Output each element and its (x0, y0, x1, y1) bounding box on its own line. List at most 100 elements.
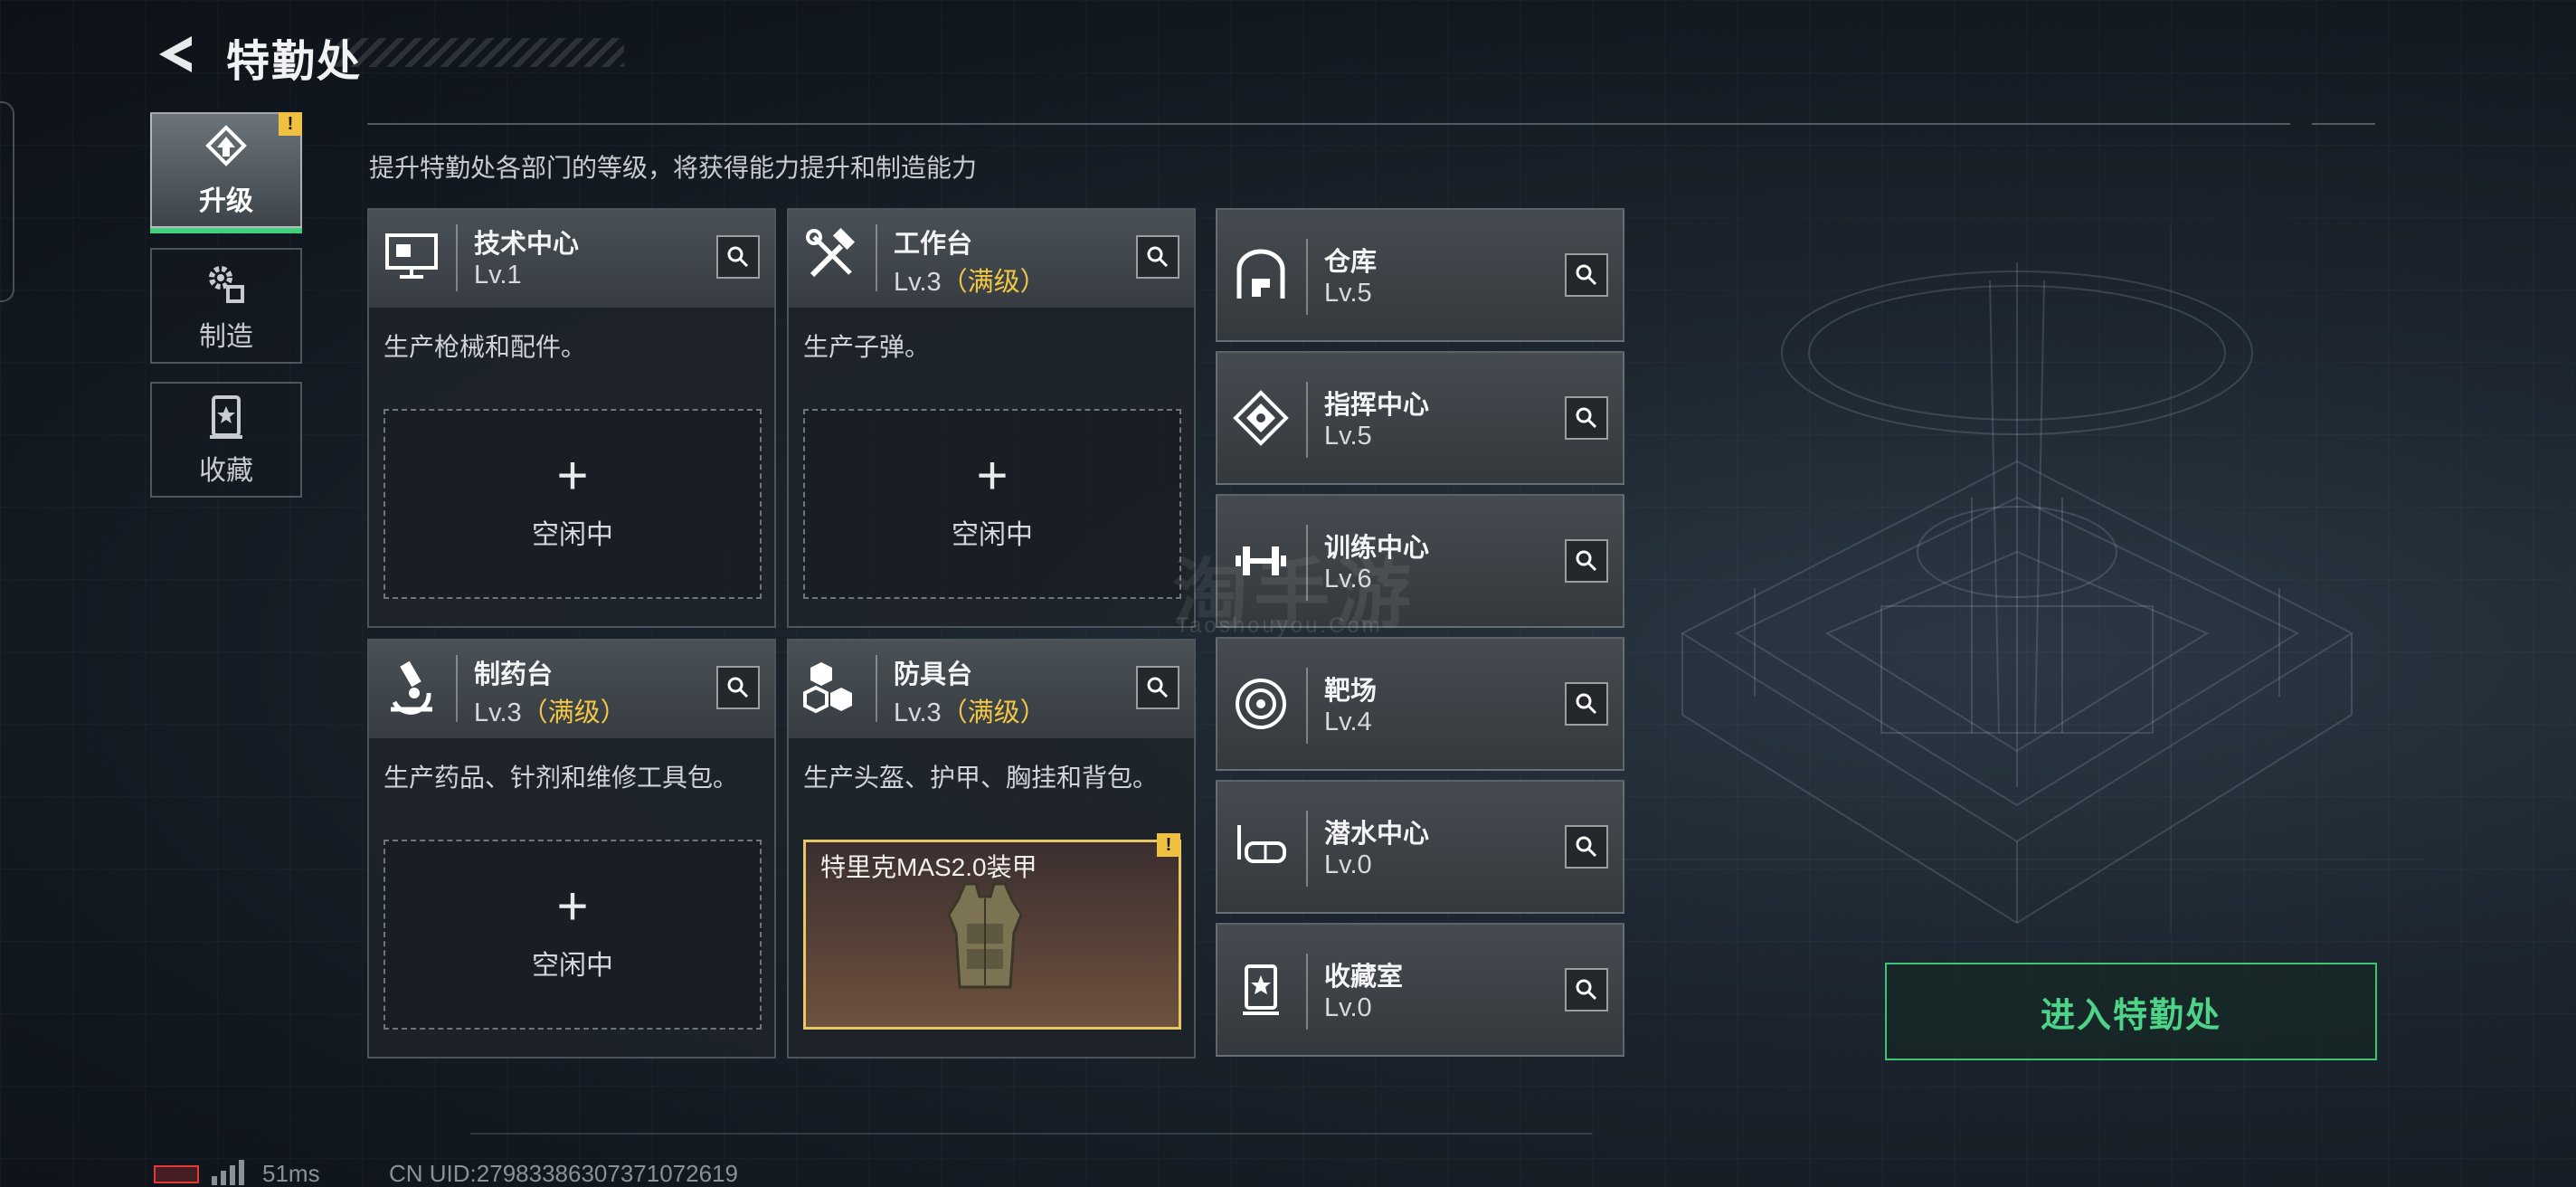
facility-card-collection-room[interactable]: 收藏室 Lv.0 (1216, 923, 1624, 1057)
workshop-name: 技术中心 (474, 230, 580, 259)
target-icon (1236, 679, 1286, 729)
monitor-icon (385, 233, 438, 279)
facility-card-warehouse[interactable]: 仓库 Lv.5 (1216, 208, 1624, 342)
facility-card-diving-center[interactable]: 潜水中心 Lv.0 (1216, 780, 1624, 914)
inspect-button[interactable] (1565, 968, 1608, 1011)
alert-badge: ! (1157, 833, 1180, 857)
collection-room-icon (1243, 964, 1279, 1015)
title-stripes-decoration (326, 38, 624, 67)
search-icon (727, 677, 749, 698)
workshop-level: Lv.1 (474, 261, 522, 290)
workshop-card-workbench[interactable]: 工作台 Lv.3（满级） 生产子弹。 + 空闲中 (787, 208, 1196, 628)
upgrade-description: 提升特勤处各部门的等级，将获得能力提升和制造能力 (369, 154, 978, 182)
signal-icon (212, 1160, 244, 1185)
search-icon (1576, 407, 1597, 429)
top-divider-short (2312, 123, 2375, 125)
ping-value: 51ms (262, 1160, 320, 1187)
production-slot-item[interactable]: 特里克MAS2.0装甲 ! (803, 833, 1181, 1030)
gear-icon (209, 266, 244, 303)
search-icon (1576, 550, 1597, 572)
facility-level: Lv.5 (1324, 279, 1372, 308)
building-wireframe-illustration (1610, 226, 2424, 932)
search-icon (1576, 979, 1597, 1001)
search-icon (727, 246, 749, 268)
workshop-card-tech-center[interactable]: 技术中心 Lv.1 生产枪械和配件。 + 空闲中 (367, 208, 776, 628)
inspect-button[interactable] (1565, 682, 1608, 726)
back-arrow-icon[interactable] (152, 29, 203, 80)
facility-name: 靶场 (1324, 677, 1378, 706)
slot-status: 空闲中 (532, 520, 613, 550)
alert-badge: ! (279, 112, 302, 136)
warehouse-icon (1236, 249, 1285, 299)
diving-mask-icon (1237, 825, 1286, 863)
bottom-divider (470, 1133, 1592, 1135)
facility-card-command-center[interactable]: 指挥中心 Lv.5 (1216, 351, 1624, 485)
facility-level: Lv.0 (1324, 850, 1372, 879)
search-icon (1147, 677, 1169, 698)
sidebar-tab-collection[interactable]: 收藏 (150, 382, 302, 498)
inspect-button[interactable] (1565, 253, 1608, 297)
microscope-icon (391, 660, 432, 715)
page-title: 特勤处 (226, 38, 363, 86)
slot-status: 空闲中 (952, 520, 1033, 550)
facility-name: 潜水中心 (1324, 820, 1430, 849)
sidebar-tab-craft[interactable]: 制造 (150, 248, 302, 364)
inspect-button[interactable] (1136, 235, 1179, 279)
facility-level: Lv.4 (1324, 707, 1372, 736)
inspect-button[interactable] (1565, 825, 1608, 869)
search-icon (1147, 246, 1169, 268)
top-divider (367, 123, 2290, 125)
workshop-description: 生产药品、针剂和维修工具包。 (384, 764, 739, 792)
card-header: 制药台 Lv.3（满级） (369, 641, 774, 738)
sidebar-tab-label: 制造 (199, 322, 253, 352)
workshop-level: Lv.3（满级） (894, 268, 1046, 297)
collection-icon (210, 395, 242, 439)
armor-vest-image (947, 882, 1023, 989)
workshop-description: 生产头盔、护甲、胸挂和背包。 (803, 764, 1159, 792)
workshop-card-armor-bench[interactable]: 防具台 Lv.3（满级） 生产头盔、护甲、胸挂和背包。 特里克MAS2.0装甲 … (787, 639, 1196, 1059)
inspect-button[interactable] (1565, 539, 1608, 583)
facility-level: Lv.5 (1324, 422, 1372, 451)
add-icon: + (976, 445, 1009, 506)
enter-special-ops-button[interactable]: 进入特勤处 (1885, 963, 2377, 1060)
left-edge-handle[interactable] (0, 101, 14, 302)
command-center-icon (1233, 390, 1289, 446)
facility-name: 收藏室 (1324, 963, 1404, 992)
facility-card-shooting-range[interactable]: 靶场 Lv.4 (1216, 637, 1624, 771)
battery-low-icon (154, 1165, 199, 1183)
workshop-description: 生产子弹。 (803, 333, 931, 361)
search-icon (1576, 264, 1597, 286)
facility-level: Lv.0 (1324, 993, 1372, 1022)
production-slot[interactable]: + 空闲中 (384, 409, 762, 599)
cubes-icon (803, 662, 852, 714)
workshop-level: Lv.3（满级） (894, 698, 1046, 727)
workshop-name: 制药台 (474, 660, 554, 689)
upgrade-icon (205, 125, 247, 166)
workshop-card-pharmacy[interactable]: 制药台 Lv.3（满级） 生产药品、针剂和维修工具包。 + 空闲中 (367, 639, 776, 1059)
inspect-button[interactable] (1565, 396, 1608, 440)
workshop-name: 防具台 (894, 660, 973, 689)
production-slot[interactable]: + 空闲中 (384, 840, 762, 1030)
tools-icon (806, 227, 856, 278)
card-header: 工作台 Lv.3（满级） (789, 210, 1194, 308)
search-icon (1576, 836, 1597, 858)
production-slot[interactable]: + 空闲中 (803, 409, 1181, 599)
add-icon: + (556, 445, 589, 506)
slot-status: 空闲中 (532, 951, 613, 981)
inspect-button[interactable] (1136, 666, 1179, 709)
inspect-button[interactable] (716, 235, 760, 279)
workshop-level: Lv.3（满级） (474, 698, 627, 727)
add-icon: + (556, 876, 589, 936)
watermark-url: Taoshouyou.Com (1176, 613, 1383, 638)
workshop-name: 工作台 (894, 230, 973, 259)
sidebar-tab-label: 收藏 (199, 456, 253, 486)
card-header: 技术中心 Lv.1 (369, 210, 774, 308)
workshop-description: 生产枪械和配件。 (384, 333, 587, 361)
facility-name: 指挥中心 (1324, 391, 1430, 420)
facility-name: 仓库 (1324, 248, 1378, 277)
inspect-button[interactable] (716, 666, 760, 709)
sidebar-tab-upgrade[interactable]: 升级 ! (150, 112, 302, 233)
search-icon (1576, 693, 1597, 715)
card-header: 防具台 Lv.3（满级） (789, 641, 1194, 738)
user-uid: CN UID:27983386307371072619 (389, 1160, 738, 1187)
